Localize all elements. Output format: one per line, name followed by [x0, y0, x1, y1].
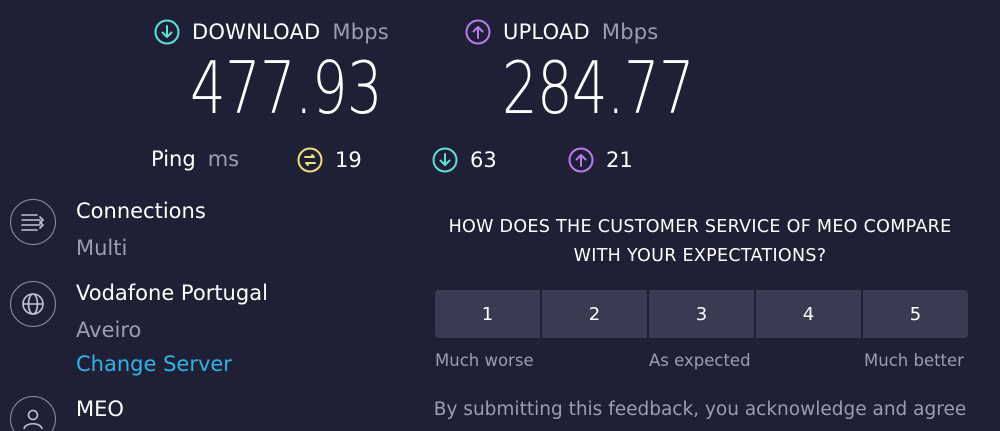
download-latency-icon: [432, 147, 458, 173]
person-icon: [10, 396, 56, 431]
rating-option-1[interactable]: 1: [435, 290, 540, 338]
globe-icon: [10, 281, 56, 327]
rating-option-3[interactable]: 3: [649, 290, 754, 338]
ping-download-value: 63: [470, 148, 497, 172]
upload-speed-value: 284.77: [502, 46, 695, 130]
download-label: DOWNLOAD: [192, 20, 321, 44]
upload-latency-icon: [568, 147, 594, 173]
rating-option-2[interactable]: 2: [542, 290, 647, 338]
ping-idle: 19: [297, 147, 362, 173]
download-speed-value: 477.93: [190, 46, 383, 130]
download-unit: Mbps: [332, 20, 389, 44]
ping-upload: 21: [568, 147, 633, 173]
rating-scale: 1 2 3 4 5: [435, 290, 968, 338]
connections-title: Connections: [76, 199, 206, 223]
download-header: DOWNLOAD Mbps: [154, 19, 389, 45]
rating-option-5[interactable]: 5: [863, 290, 968, 338]
ping-label: Ping: [151, 147, 196, 171]
download-arrow-icon: [154, 19, 180, 45]
server-location: Aveiro: [76, 318, 142, 342]
upload-label: UPLOAD: [503, 20, 590, 44]
server-name: Vodafone Portugal: [76, 281, 268, 305]
ping-upload-value: 21: [606, 148, 633, 172]
idle-latency-icon: [297, 147, 323, 173]
ping-download: 63: [432, 147, 497, 173]
upload-arrow-icon: [465, 19, 491, 45]
survey-disclaimer: By submitting this feedback, you acknowl…: [433, 399, 967, 420]
connections-icon: [10, 199, 56, 245]
ping-idle-value: 19: [335, 148, 362, 172]
ping-row: Ping ms: [151, 147, 239, 171]
survey-question: HOW DOES THE CUSTOMER SERVICE OF MEO COM…: [420, 213, 980, 271]
change-server-link[interactable]: Change Server: [76, 352, 232, 376]
upload-header: UPLOAD Mbps: [465, 19, 658, 45]
survey-question-line-1: HOW DOES THE CUSTOMER SERVICE OF MEO COM…: [448, 217, 952, 237]
rating-option-4[interactable]: 4: [756, 290, 861, 338]
upload-unit: Mbps: [601, 20, 659, 44]
scale-mid-label: As expected: [649, 351, 751, 370]
scale-high-label: Much better: [864, 351, 964, 370]
survey-question-line-2: WITH YOUR EXPECTATIONS?: [573, 246, 827, 266]
scale-low-label: Much worse: [435, 351, 534, 370]
ping-unit: ms: [207, 147, 240, 171]
connections-value: Multi: [76, 236, 128, 260]
provider-name: MEO: [76, 397, 124, 421]
